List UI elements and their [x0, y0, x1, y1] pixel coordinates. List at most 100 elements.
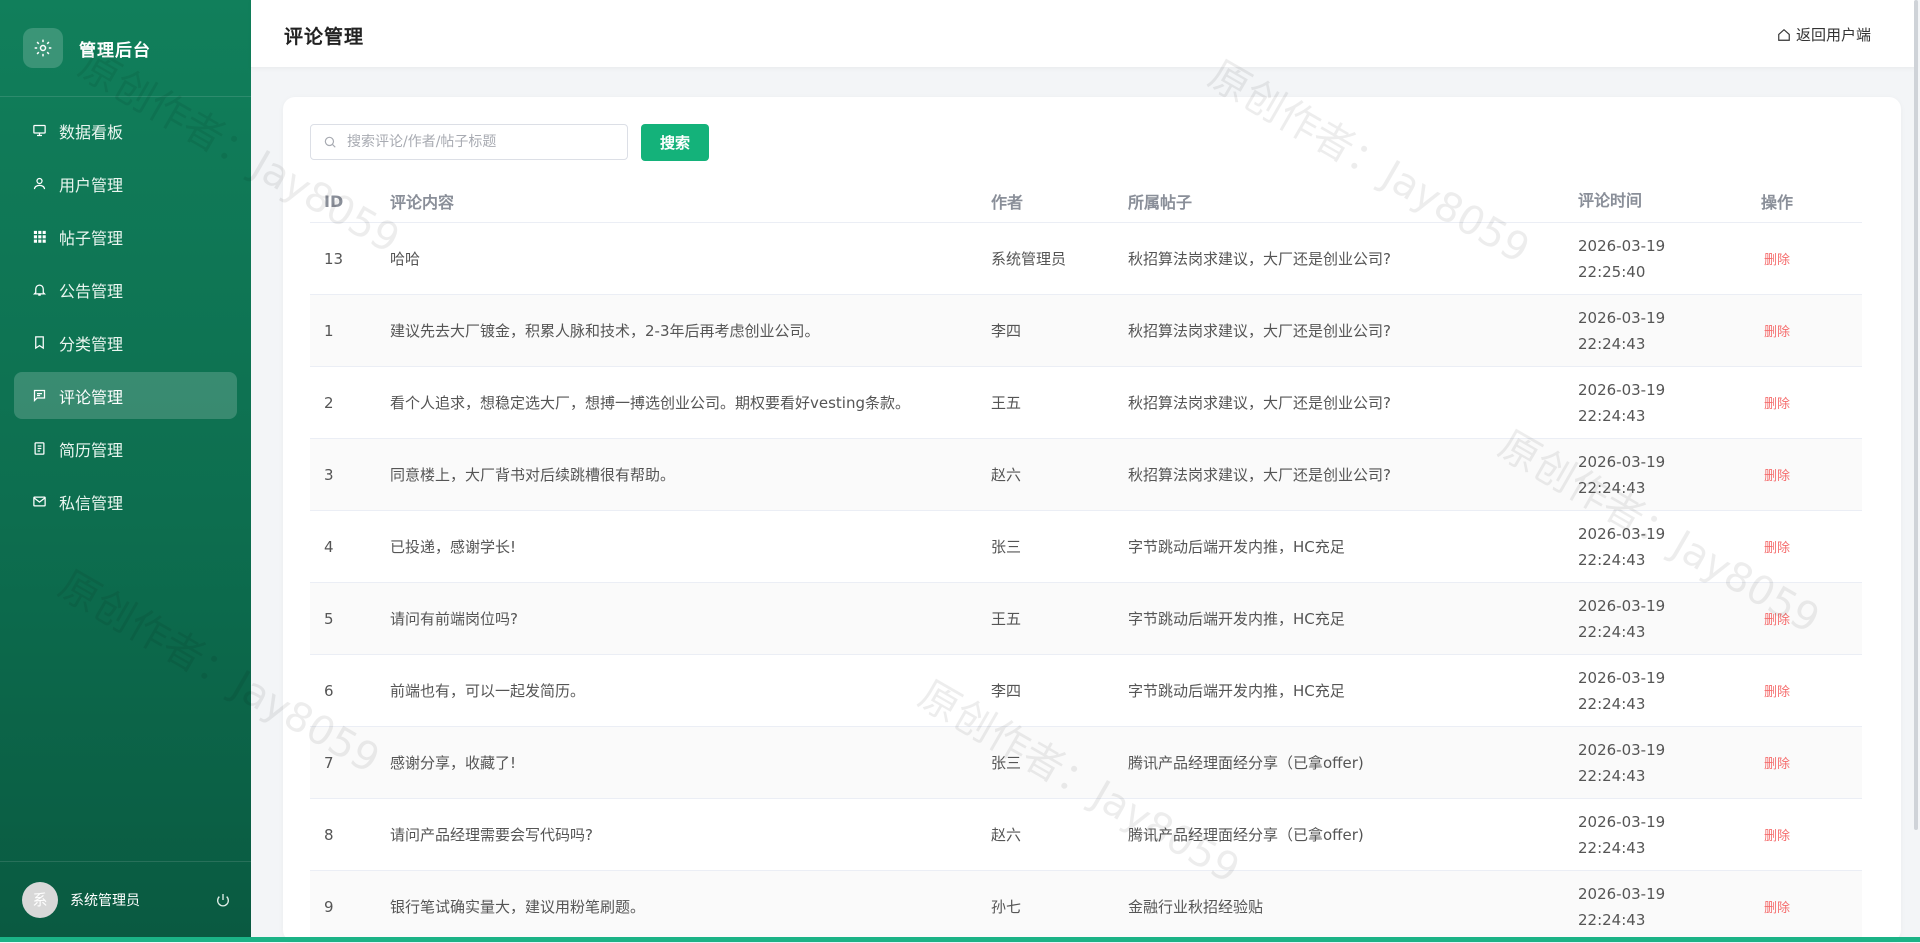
power-icon[interactable]: [215, 892, 231, 908]
table-row: 1 建议先去大厂镀金，积累人脉和技术，2-3年后再考虑创业公司。 李四 秋招算法…: [310, 294, 1862, 367]
cell-date: 2026-03-19: [1578, 236, 1666, 255]
cell-clock: 22:25:40: [1578, 262, 1646, 281]
sidebar-item-posts[interactable]: 帖子管理: [14, 213, 237, 260]
sidebar-item-label: 帖子管理: [59, 228, 124, 248]
cell-time: 2026-03-19 22:24:43: [1578, 870, 1761, 943]
cell-date: 2026-03-19: [1578, 524, 1666, 543]
brand: 管理后台: [0, 0, 251, 97]
column-header-action: 操作: [1761, 180, 1862, 223]
cell-clock: 22:24:43: [1578, 766, 1646, 785]
cell-date: 2026-03-19: [1578, 740, 1666, 759]
sidebar-item-label: 评论管理: [59, 387, 124, 407]
cell-post: 腾讯产品经理面经分享（已拿offer): [1128, 798, 1578, 871]
cell-id: 13: [310, 222, 390, 295]
cell-id: 9: [310, 870, 390, 943]
cell-id: 3: [310, 438, 390, 511]
content-card: 搜索 ID 评论内容 作者 所属帖子 评论时间 操作 13 哈哈 系统管理员 秋…: [283, 97, 1901, 943]
search-input[interactable]: [345, 133, 619, 151]
delete-button[interactable]: 删除: [1761, 757, 1790, 772]
bell-icon: [32, 284, 47, 296]
delete-button[interactable]: 删除: [1761, 469, 1790, 484]
table-row: 2 看个人追求，想稳定选大厂，想搏一搏选创业公司。期权要看好vesting条款。…: [310, 366, 1862, 439]
sidebar-item-announcements[interactable]: 公告管理: [14, 266, 237, 313]
sidebar-item-comments[interactable]: 评论管理: [14, 372, 237, 419]
cell-clock: 22:24:43: [1578, 694, 1646, 713]
cell-author: 赵六: [991, 438, 1128, 511]
cell-time: 2026-03-19 22:24:43: [1578, 438, 1761, 511]
cell-action: 删除: [1761, 798, 1862, 871]
gear-icon: [23, 28, 63, 68]
dashboard-icon: [33, 124, 46, 137]
table-row: 7 感谢分享，收藏了! 张三 腾讯产品经理面经分享（已拿offer) 2026-…: [310, 726, 1862, 799]
document-icon: [34, 442, 45, 455]
cell-author: 王五: [991, 582, 1128, 655]
user-bar: 系 系统管理员: [0, 861, 251, 937]
delete-button[interactable]: 删除: [1761, 253, 1790, 268]
cell-content: 感谢分享，收藏了!: [390, 726, 991, 799]
sidebar-item-messages[interactable]: 私信管理: [14, 478, 237, 525]
sidebar-item-resumes[interactable]: 简历管理: [14, 425, 237, 472]
cell-content: 哈哈: [390, 222, 991, 295]
cell-clock: 22:24:43: [1578, 622, 1646, 641]
back-to-user-label: 返回用户端: [1795, 26, 1871, 44]
cell-action: 删除: [1761, 438, 1862, 511]
delete-button[interactable]: 删除: [1761, 613, 1790, 628]
sidebar-item-users[interactable]: 用户管理: [14, 160, 237, 207]
cell-author: 李四: [991, 654, 1128, 727]
cell-time: 2026-03-19 22:24:43: [1578, 366, 1761, 439]
avatar: 系: [22, 881, 58, 918]
page-title: 评论管理: [284, 26, 365, 48]
cell-clock: 22:24:43: [1578, 838, 1646, 857]
search-box[interactable]: [310, 124, 628, 160]
cell-action: 删除: [1761, 294, 1862, 367]
sidebar-item-label: 简历管理: [59, 440, 124, 460]
cell-post: 秋招算法岗求建议，大厂还是创业公司?: [1128, 222, 1578, 295]
sidebar-item-label: 私信管理: [59, 493, 124, 513]
sidebar-item-categories[interactable]: 分类管理: [14, 319, 237, 366]
cell-action: 删除: [1761, 582, 1862, 655]
cell-content: 前端也有，可以一起发简历。: [390, 654, 991, 727]
cell-date: 2026-03-19: [1578, 308, 1666, 327]
cell-time: 2026-03-19 22:24:43: [1578, 654, 1761, 727]
delete-button[interactable]: 删除: [1761, 829, 1790, 844]
cell-content: 请问有前端岗位吗?: [390, 582, 991, 655]
column-header-id: ID: [310, 180, 390, 223]
cell-author: 张三: [991, 510, 1128, 583]
home-icon: [1778, 28, 1790, 41]
table-header-row: ID 评论内容 作者 所属帖子 评论时间 操作: [310, 180, 1862, 223]
topbar: 评论管理 返回用户端: [251, 0, 1916, 68]
cell-date: 2026-03-19: [1578, 812, 1666, 831]
table-row: 8 请问产品经理需要会写代码吗? 赵六 腾讯产品经理面经分享（已拿offer) …: [310, 798, 1862, 871]
delete-button[interactable]: 删除: [1761, 541, 1790, 556]
scrollbar[interactable]: [1914, 0, 1918, 830]
table-row: 5 请问有前端岗位吗? 王五 字节跳动后端开发内推，HC充足 2026-03-1…: [310, 582, 1862, 655]
table-row: 4 已投递，感谢学长! 张三 字节跳动后端开发内推，HC充足 2026-03-1…: [310, 510, 1862, 583]
cell-clock: 22:24:43: [1578, 550, 1646, 569]
user-icon: [33, 177, 46, 190]
delete-button[interactable]: 删除: [1761, 397, 1790, 412]
column-header-time: 评论时间: [1578, 180, 1761, 223]
cell-id: 2: [310, 366, 390, 439]
column-header-author: 作者: [991, 180, 1128, 223]
cell-content: 银行笔试确实量大，建议用粉笔刷题。: [390, 870, 991, 943]
sidebar-item-dashboard[interactable]: 数据看板: [14, 107, 237, 154]
cell-date: 2026-03-19: [1578, 884, 1666, 903]
delete-button[interactable]: 删除: [1761, 325, 1790, 340]
cell-date: 2026-03-19: [1578, 452, 1666, 471]
search-icon: [324, 136, 336, 148]
cell-action: 删除: [1761, 222, 1862, 295]
cell-author: 张三: [991, 726, 1128, 799]
delete-button[interactable]: 删除: [1761, 901, 1790, 916]
delete-button[interactable]: 删除: [1761, 685, 1790, 700]
cell-time: 2026-03-19 22:24:43: [1578, 798, 1761, 871]
cell-author: 孙七: [991, 870, 1128, 943]
search-button[interactable]: 搜索: [641, 124, 709, 161]
cell-author: 王五: [991, 366, 1128, 439]
cell-action: 删除: [1761, 366, 1862, 439]
cell-post: 字节跳动后端开发内推，HC充足: [1128, 582, 1578, 655]
cell-post: 秋招算法岗求建议，大厂还是创业公司?: [1128, 366, 1578, 439]
sidebar-item-label: 公告管理: [59, 281, 124, 301]
user-name: 系统管理员: [70, 892, 140, 909]
cell-id: 5: [310, 582, 390, 655]
back-to-user-link[interactable]: 返回用户端: [1777, 24, 1871, 45]
